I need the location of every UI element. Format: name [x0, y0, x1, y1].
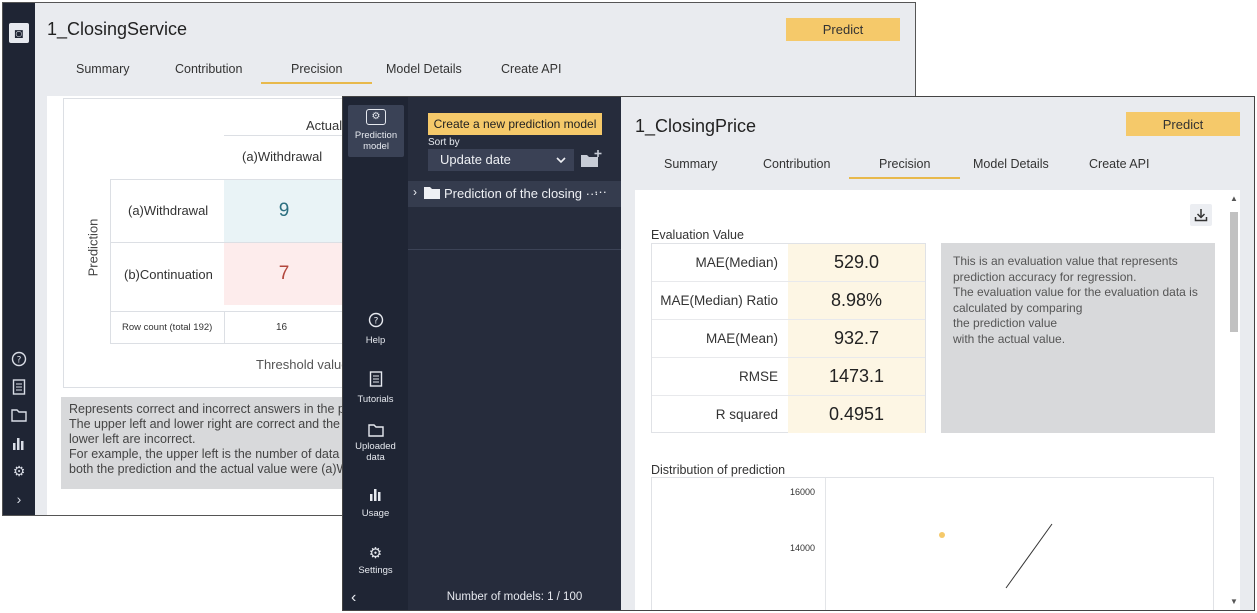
- help-icon: ?: [343, 312, 408, 332]
- add-folder-icon[interactable]: [580, 150, 604, 168]
- model-folder-item[interactable]: › Prediction of the closing ··· ···: [408, 181, 621, 207]
- scrollbar[interactable]: ▲ ▼: [1229, 194, 1239, 606]
- tutorials-icon: [343, 371, 408, 391]
- prediction-model-icon: ⚙: [366, 109, 386, 125]
- nav-label: Help: [365, 335, 386, 346]
- metric-label: MAE(Median): [695, 255, 778, 270]
- nav-tutorials[interactable]: Tutorials: [343, 371, 408, 405]
- tab-create-api[interactable]: Create API: [1089, 157, 1149, 171]
- model-list-panel: Create a new prediction model Sort by Up…: [408, 97, 621, 610]
- usage-icon[interactable]: [9, 433, 29, 453]
- settings-icon: ⚙: [368, 545, 383, 562]
- nav-label: Tutorials: [357, 394, 394, 405]
- folder-icon: [343, 423, 408, 438]
- evaluation-title: Evaluation Value: [651, 228, 744, 242]
- sort-select[interactable]: Update date: [428, 149, 574, 171]
- column-header: (a)Withdrawal: [242, 149, 323, 164]
- scroll-up-icon[interactable]: ▲: [1230, 194, 1238, 203]
- usage-icon: [343, 487, 408, 505]
- matrix-cell-incorrect: 7: [224, 243, 344, 305]
- predict-button[interactable]: Predict: [786, 18, 900, 41]
- folder-icon[interactable]: [9, 405, 29, 425]
- prediction-axis-label: Prediction: [85, 218, 101, 277]
- models-count: Number of models: 1 / 100: [446, 591, 583, 603]
- row-label-withdrawal: (a)Withdrawal: [128, 203, 209, 218]
- sort-label: Sort by: [428, 137, 460, 148]
- nav-label: Usage: [361, 508, 390, 519]
- reference-line: [1005, 523, 1053, 589]
- tab-contribution[interactable]: Contribution: [175, 62, 242, 76]
- metric-value: 0.4951: [788, 396, 925, 433]
- matrix-cell-correct: 9: [224, 180, 344, 242]
- row-label-continuation: (b)Continuation: [124, 267, 213, 282]
- evaluation-table: MAE(Median) 529.0 MAE(Median) Ratio 8.98…: [651, 243, 926, 433]
- evaluation-row: MAE(Mean) 932.7: [652, 320, 925, 358]
- evaluation-description: This is an evaluation value that represe…: [941, 243, 1215, 433]
- collapse-icon[interactable]: ‹: [351, 589, 356, 607]
- nav-label: Settings: [358, 565, 393, 576]
- row-count-label: Row count (total 192): [122, 322, 213, 333]
- metric-value: 1473.1: [788, 358, 925, 395]
- nav-prediction-model[interactable]: ⚙ Prediction model: [348, 105, 404, 157]
- scroll-thumb[interactable]: [1230, 212, 1238, 332]
- evaluation-row: MAE(Median) Ratio 8.98%: [652, 282, 925, 320]
- svg-text:?: ?: [17, 356, 22, 366]
- chevron-right-icon[interactable]: ›: [413, 185, 417, 199]
- tab-model-details[interactable]: Model Details: [386, 62, 462, 76]
- folder-name: Prediction of the closing ···: [444, 186, 599, 201]
- download-icon[interactable]: [1190, 204, 1212, 226]
- model-title: 1_ClosingService: [47, 19, 188, 39]
- precision-content: Evaluation Value MAE(Median) 529.0 MAE(M…: [635, 190, 1240, 610]
- evaluation-row: R squared 0.4951: [652, 396, 925, 434]
- settings-icon[interactable]: ⚙: [9, 461, 29, 481]
- sort-value: Update date: [440, 152, 511, 167]
- model-title: 1_ClosingPrice: [635, 116, 757, 136]
- camera-icon[interactable]: ◙: [9, 23, 29, 43]
- tab-summary[interactable]: Summary: [664, 157, 717, 171]
- tab-contribution[interactable]: Contribution: [763, 157, 830, 171]
- predict-button[interactable]: Predict: [1126, 112, 1240, 136]
- evaluation-row: RMSE 1473.1: [652, 358, 925, 396]
- row-count-value: 16: [276, 322, 288, 333]
- folder-icon: [424, 186, 440, 202]
- data-point: [939, 532, 945, 538]
- front-sidebar-rail: ⚙ Prediction model ? Help Tutorials Uplo…: [343, 97, 408, 610]
- svg-text:?: ?: [373, 317, 378, 327]
- scroll-down-icon[interactable]: ▼: [1230, 597, 1238, 606]
- tab-summary[interactable]: Summary: [76, 62, 129, 76]
- tab-precision[interactable]: Precision: [848, 157, 962, 179]
- metric-label: R squared: [715, 407, 778, 422]
- evaluation-row: MAE(Median) 529.0: [652, 244, 925, 282]
- threshold-label: Threshold value: [256, 357, 349, 372]
- more-icon[interactable]: ···: [594, 184, 607, 199]
- metric-label: RMSE: [738, 369, 778, 384]
- tab-precision[interactable]: Precision: [260, 62, 374, 84]
- distribution-plot: [939, 523, 1053, 589]
- nav-usage[interactable]: Usage: [343, 487, 408, 519]
- distribution-chart: 16000 14000: [651, 477, 1214, 610]
- tab-create-api[interactable]: Create API: [501, 62, 561, 76]
- metric-value: 529.0: [788, 244, 925, 281]
- back-sidebar-rail: ◙ ? ⚙ ›: [3, 3, 35, 515]
- metric-value: 8.98%: [788, 282, 925, 319]
- help-icon[interactable]: ?: [9, 349, 29, 369]
- distribution-title: Distribution of prediction: [651, 463, 786, 477]
- nav-label: Uploaded data: [355, 441, 396, 463]
- chevron-down-icon: [556, 153, 566, 168]
- nav-help[interactable]: ? Help: [343, 312, 408, 346]
- chevron-right-icon[interactable]: ›: [9, 489, 29, 509]
- metric-value: 932.7: [788, 320, 925, 357]
- metric-label: MAE(Mean): [705, 331, 778, 346]
- nav-label: Prediction model: [354, 130, 398, 152]
- create-model-button[interactable]: Create a new prediction model: [428, 113, 602, 135]
- nav-uploaded-data[interactable]: Uploaded data: [343, 423, 408, 463]
- document-icon[interactable]: [9, 377, 29, 397]
- tab-model-details[interactable]: Model Details: [973, 157, 1049, 171]
- metric-label: MAE(Median) Ratio: [660, 293, 778, 308]
- nav-settings[interactable]: ⚙ Settings: [343, 544, 408, 576]
- front-window: ⚙ Prediction model ? Help Tutorials Uplo…: [342, 96, 1255, 611]
